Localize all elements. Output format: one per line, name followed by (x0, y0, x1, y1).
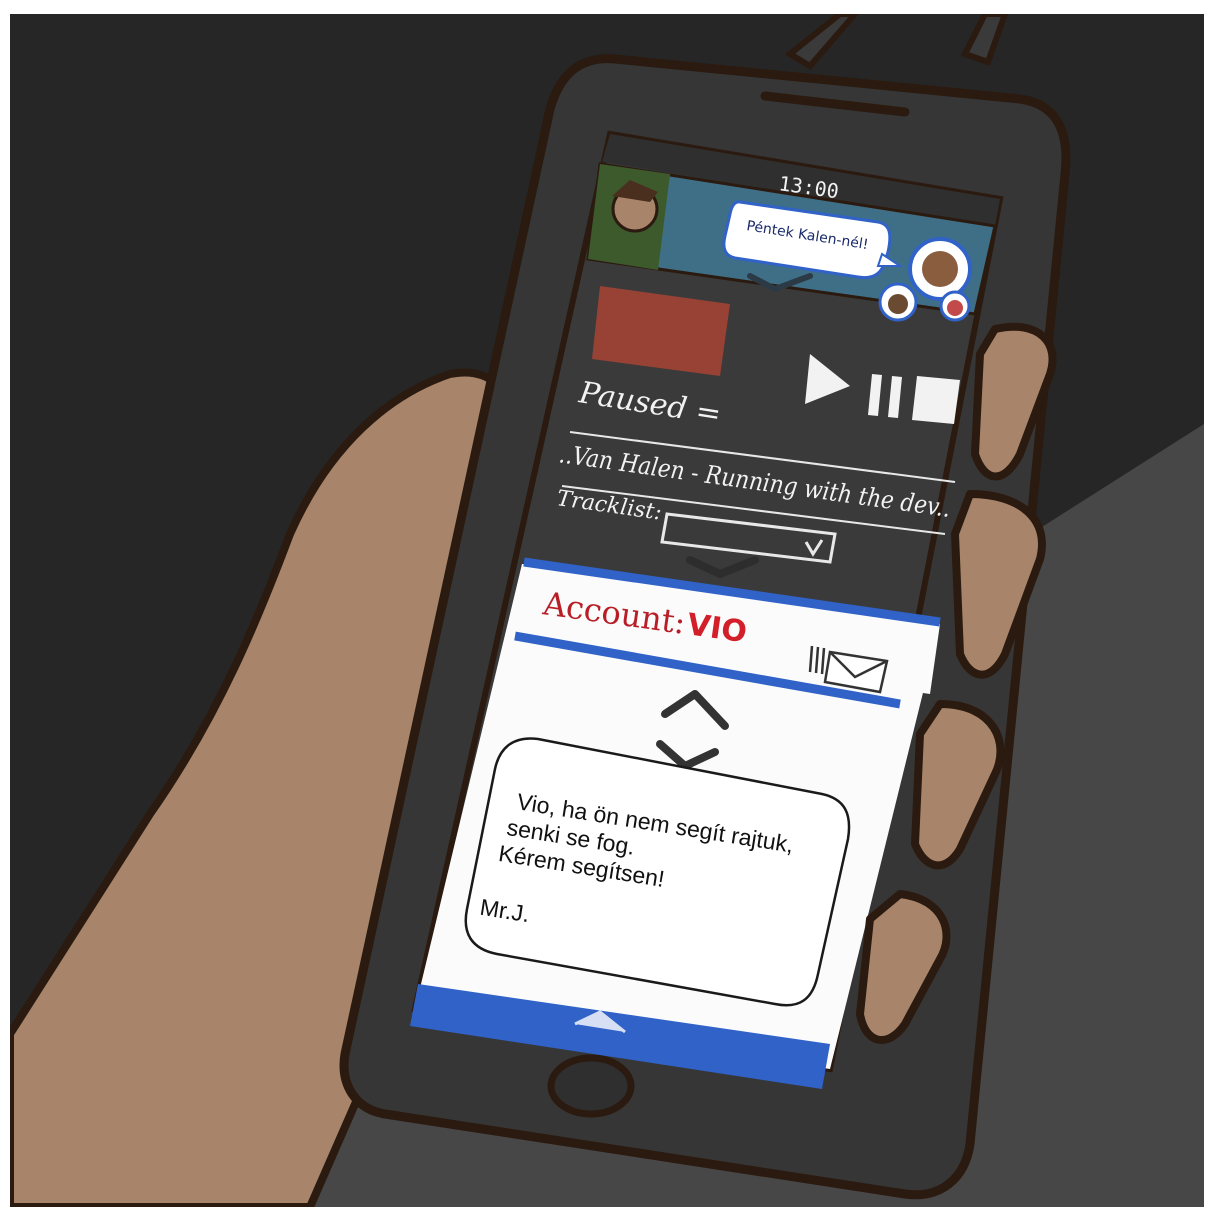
stop-icon (912, 376, 960, 424)
comic-panel: 13:00 Péntek Kalen-nél! Paused = ..Van H… (10, 14, 1204, 1207)
